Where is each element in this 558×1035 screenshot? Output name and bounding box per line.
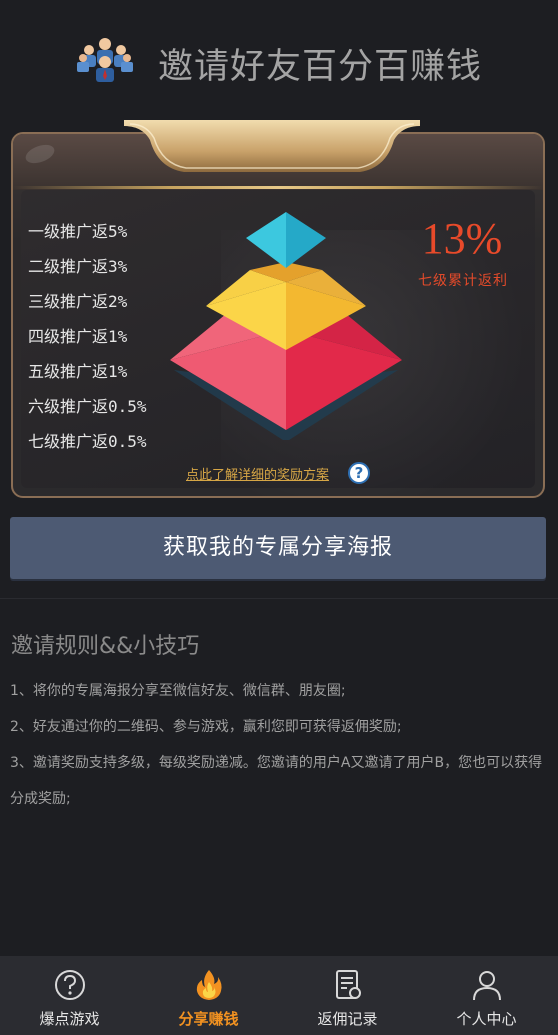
level-list: 一级推广返5% 二级推广返3% 三级推广返2% 四级推广返1% 五级推广返1% …: [28, 220, 147, 465]
get-poster-button[interactable]: 获取我的专属分享海报: [10, 517, 546, 579]
nav-item-games[interactable]: 爆点游戏: [0, 956, 139, 1035]
level-item: 五级推广返1%: [28, 362, 128, 381]
total-percent: 13%: [421, 214, 503, 263]
nav-label: 分享赚钱: [178, 1010, 239, 1028]
level-item: 一级推广返5%: [28, 222, 128, 241]
document-record-icon: [335, 970, 361, 999]
bottom-nav: 爆点游戏 分享赚钱 返佣记录 个人中心: [0, 956, 558, 1035]
gold-tab-decoration: [124, 120, 420, 172]
rule-item: 3、邀请奖励支持多级，每级奖励递减。您邀请的用户A又邀请了用户B，您也可以获得分…: [10, 755, 543, 807]
nav-item-records[interactable]: 返佣记录: [278, 956, 417, 1035]
level-item: 三级推广返2%: [28, 292, 128, 311]
level-item: 六级推广返0.5%: [28, 397, 147, 416]
question-circle-icon: [54, 970, 85, 1000]
pyramid-graphic: [170, 212, 402, 440]
level-item: 二级推广返3%: [28, 257, 128, 276]
section-divider: [0, 598, 558, 599]
help-icon[interactable]: ?: [348, 462, 370, 484]
nav-item-share[interactable]: 分享赚钱: [139, 956, 278, 1035]
level-item: 七级推广返0.5%: [28, 432, 147, 451]
nav-label: 返佣记录: [317, 1010, 378, 1028]
nav-label: 个人中心: [456, 1010, 517, 1028]
reward-detail-link[interactable]: 点此了解详细的奖励方案: [186, 464, 329, 483]
rule-item: 2、好友通过你的二维码、参与游戏，赢利您即可获得返佣奖励;: [10, 719, 402, 735]
page-title: 邀请好友百分百赚钱: [158, 47, 483, 87]
team-people-icon: [77, 38, 133, 82]
flame-icon: [196, 970, 222, 1000]
rule-item: 1、将你的专属海报分享至微信好友、微信群、朋友圈;: [10, 683, 346, 699]
total-percent-label: 七级累计返利: [418, 273, 508, 289]
level-item: 四级推广返1%: [28, 327, 128, 346]
nav-label: 爆点游戏: [39, 1010, 100, 1028]
page-header: 邀请好友百分百赚钱: [0, 0, 558, 120]
user-icon: [472, 971, 501, 1001]
rules-title: 邀请规则&&小技巧: [11, 634, 200, 659]
nav-item-profile[interactable]: 个人中心: [417, 956, 556, 1035]
gold-divider: [13, 186, 543, 189]
